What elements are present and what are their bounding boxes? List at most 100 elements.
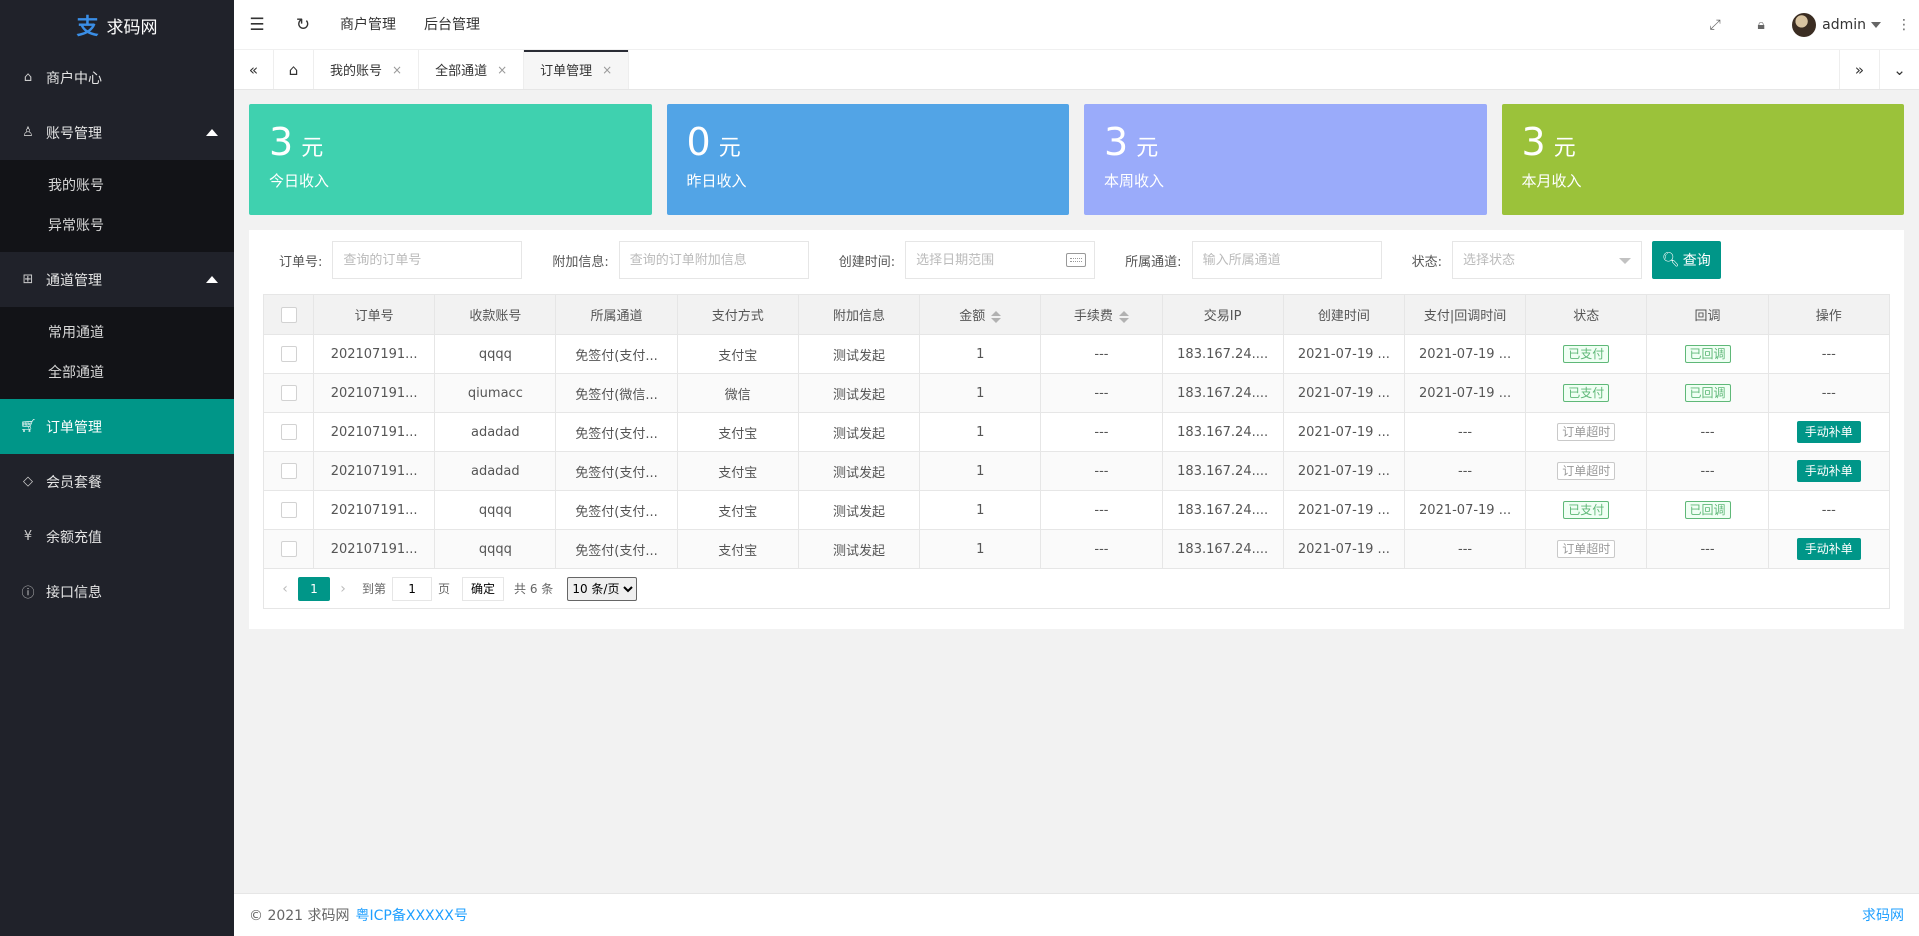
tab-bar: « ⌂ 我的账号 × 全部通道 × 订单管理 × » ⌄ xyxy=(234,50,1919,90)
header-link-admin[interactable]: 后台管理 xyxy=(410,0,494,50)
callback-badge: 已回调 xyxy=(1684,501,1731,519)
row-checkbox[interactable] xyxy=(280,541,297,557)
footer: © 2021 求码网 粤ICP备XXXXX号 求码网 xyxy=(234,893,1919,936)
sidebar-item-abnormal-accounts[interactable]: 异常账号 xyxy=(0,206,234,246)
amount-cell: 1 xyxy=(919,490,1042,530)
sidebar-item-my-accounts[interactable]: 我的账号 xyxy=(0,166,234,206)
sidebar-item-recharge[interactable]: ¥ 余额充值 xyxy=(0,509,234,564)
attach-cell: 测试发起 xyxy=(797,334,921,374)
row-checkbox[interactable] xyxy=(280,463,297,479)
tab-order-management[interactable]: 订单管理 × xyxy=(524,50,630,89)
home-tab-icon[interactable]: ⌂ xyxy=(274,50,314,89)
callback-cell: 已回调 xyxy=(1646,334,1769,374)
col-amount[interactable]: 金额 xyxy=(919,294,1042,335)
manual-fix-button[interactable]: 手动补单 xyxy=(1796,460,1861,482)
channel-input[interactable] xyxy=(1202,252,1371,268)
stat-label: 本月收入 xyxy=(1521,172,1582,190)
tab-scroll-left-icon[interactable]: « xyxy=(234,50,274,89)
stat-cards: 3元 今日收入 0元 昨日收入 3元 本周收入 3元 本月收入 xyxy=(249,104,1904,215)
logo-icon: 支 xyxy=(76,15,99,40)
tab-scroll-right-icon[interactable]: » xyxy=(1839,50,1879,89)
sidebar-item-membership[interactable]: ◇ 会员套餐 xyxy=(0,454,234,509)
created-cell: 2021-07-19 ... xyxy=(1282,412,1405,452)
page-current[interactable]: 1 xyxy=(298,576,330,601)
sidebar: 支 求码网 ⌂ 商户中心 ♙ 账号管理 我的账号 异常账号 ⊞ 通道管理 常用通… xyxy=(0,0,234,936)
row-checkbox[interactable] xyxy=(280,346,297,362)
select-all-checkbox[interactable] xyxy=(280,306,297,323)
more-icon[interactable]: ⋮ xyxy=(1889,17,1919,33)
refresh-icon[interactable]: ↻ xyxy=(280,15,326,35)
table-row: 202107191... qqqq 免签付(支付... 支付宝 测试发起 1 --- 183.… xyxy=(263,334,1891,374)
goto-confirm-button[interactable]: 确定 xyxy=(462,576,505,601)
app-name: 求码网 xyxy=(106,17,158,38)
stat-label: 本周收入 xyxy=(1104,172,1165,190)
sidebar-item-all-channels[interactable]: 全部通道 xyxy=(0,353,234,393)
user-menu[interactable]: admin xyxy=(1784,13,1889,37)
pay-method-cell: 微信 xyxy=(676,373,799,413)
status-cell: 已支付 xyxy=(1525,490,1648,530)
row-checkbox[interactable] xyxy=(280,424,297,440)
created-cell: 2021-07-19 ... xyxy=(1282,334,1405,374)
table-header-row: 订单号 收款账号 所属通道 支付方式 附加信息 金额 手续费 交易IP 创建时间… xyxy=(263,294,1891,335)
close-icon[interactable]: × xyxy=(497,63,507,77)
status-select-input[interactable] xyxy=(1462,252,1631,268)
manual-fix-button[interactable]: 手动补单 xyxy=(1796,421,1861,443)
icp-link[interactable]: 粤ICP备XXXXX号 xyxy=(356,905,468,925)
search-button[interactable]: 🔍︎ 查询 xyxy=(1651,241,1721,279)
prev-page-icon[interactable]: ‹ xyxy=(272,581,298,597)
tab-label: 全部通道 xyxy=(435,64,488,79)
table-row: 202107191... adadad 免签付(支付... 支付宝 测试发起 1 --- 18… xyxy=(263,412,1891,452)
sidebar-item-account-management[interactable]: ♙ 账号管理 xyxy=(0,105,234,160)
goto-page-input[interactable] xyxy=(392,576,433,601)
ip-cell: 183.167.24.... xyxy=(1161,451,1284,491)
status-badge: 订单超时 xyxy=(1557,423,1616,441)
sidebar-item-merchant-center[interactable]: ⌂ 商户中心 xyxy=(0,50,234,105)
account-cell: qqqq xyxy=(434,334,557,374)
row-checkbox[interactable] xyxy=(280,502,297,518)
footer-brand-link[interactable]: 求码网 xyxy=(1862,905,1904,925)
orders-table: 订单号 收款账号 所属通道 支付方式 附加信息 金额 手续费 交易IP 创建时间… xyxy=(263,294,1891,569)
order-no-input[interactable] xyxy=(343,252,512,268)
page-size-select[interactable]: 10 条/页 xyxy=(567,576,638,601)
sidebar-item-label: 余额充值 xyxy=(46,529,102,546)
attach-input[interactable] xyxy=(629,252,798,268)
header-link-merchant[interactable]: 商户管理 xyxy=(326,0,410,50)
sidebar-item-order-management[interactable]: 🛒︎ 订单管理 xyxy=(0,399,234,454)
close-icon[interactable]: × xyxy=(392,63,402,77)
menu-toggle-icon[interactable]: ☰ xyxy=(234,15,280,35)
col-order-no: 订单号 xyxy=(312,294,436,335)
tab-options-chevron-icon[interactable]: ⌄ xyxy=(1879,50,1919,89)
action-cell: 手动补单 xyxy=(1767,451,1891,491)
sidebar-item-common-channels[interactable]: 常用通道 xyxy=(0,313,234,353)
lock-icon[interactable]: 🔒︎ xyxy=(1738,17,1784,33)
row-select-cell xyxy=(263,451,314,491)
row-checkbox[interactable] xyxy=(280,385,297,401)
tab-all-channels[interactable]: 全部通道 × xyxy=(419,50,525,89)
amount-cell: 1 xyxy=(919,451,1042,491)
sidebar-item-channel-management[interactable]: ⊞ 通道管理 xyxy=(0,252,234,307)
calendar-icon[interactable] xyxy=(1066,253,1087,267)
next-page-icon[interactable]: › xyxy=(330,581,356,597)
table-row: 202107191... qiumacc 免签付(微信... 微信 测试发起 1 --- 18… xyxy=(263,373,1891,413)
col-fee[interactable]: 手续费 xyxy=(1040,294,1163,335)
sidebar-item-label: 商户中心 xyxy=(46,70,102,87)
channel-cell: 免签付(支付... xyxy=(555,529,678,569)
amount-cell: 1 xyxy=(919,334,1042,374)
channel-label: 所属通道: xyxy=(1125,254,1182,270)
tab-my-accounts[interactable]: 我的账号 × xyxy=(314,50,420,89)
fullscreen-icon[interactable]: ⤢ xyxy=(1692,17,1738,33)
sidebar-item-api-info[interactable]: ⓘ 接口信息 xyxy=(0,564,234,619)
status-cell: 已支付 xyxy=(1525,334,1648,374)
close-icon[interactable]: × xyxy=(602,63,612,77)
sort-icon[interactable] xyxy=(1118,310,1129,323)
manual-fix-button[interactable]: 手动补单 xyxy=(1796,538,1861,560)
date-range-input[interactable] xyxy=(916,252,1085,268)
sidebar-item-label: 接口信息 xyxy=(46,584,102,601)
action-cell: --- xyxy=(1767,334,1891,374)
attach-field xyxy=(618,241,809,279)
tab-label: 订单管理 xyxy=(540,64,593,79)
status-select[interactable] xyxy=(1451,241,1642,279)
app-logo[interactable]: 支 求码网 xyxy=(0,0,234,50)
sort-icon[interactable] xyxy=(991,310,1002,323)
action-cell: --- xyxy=(1767,490,1891,530)
